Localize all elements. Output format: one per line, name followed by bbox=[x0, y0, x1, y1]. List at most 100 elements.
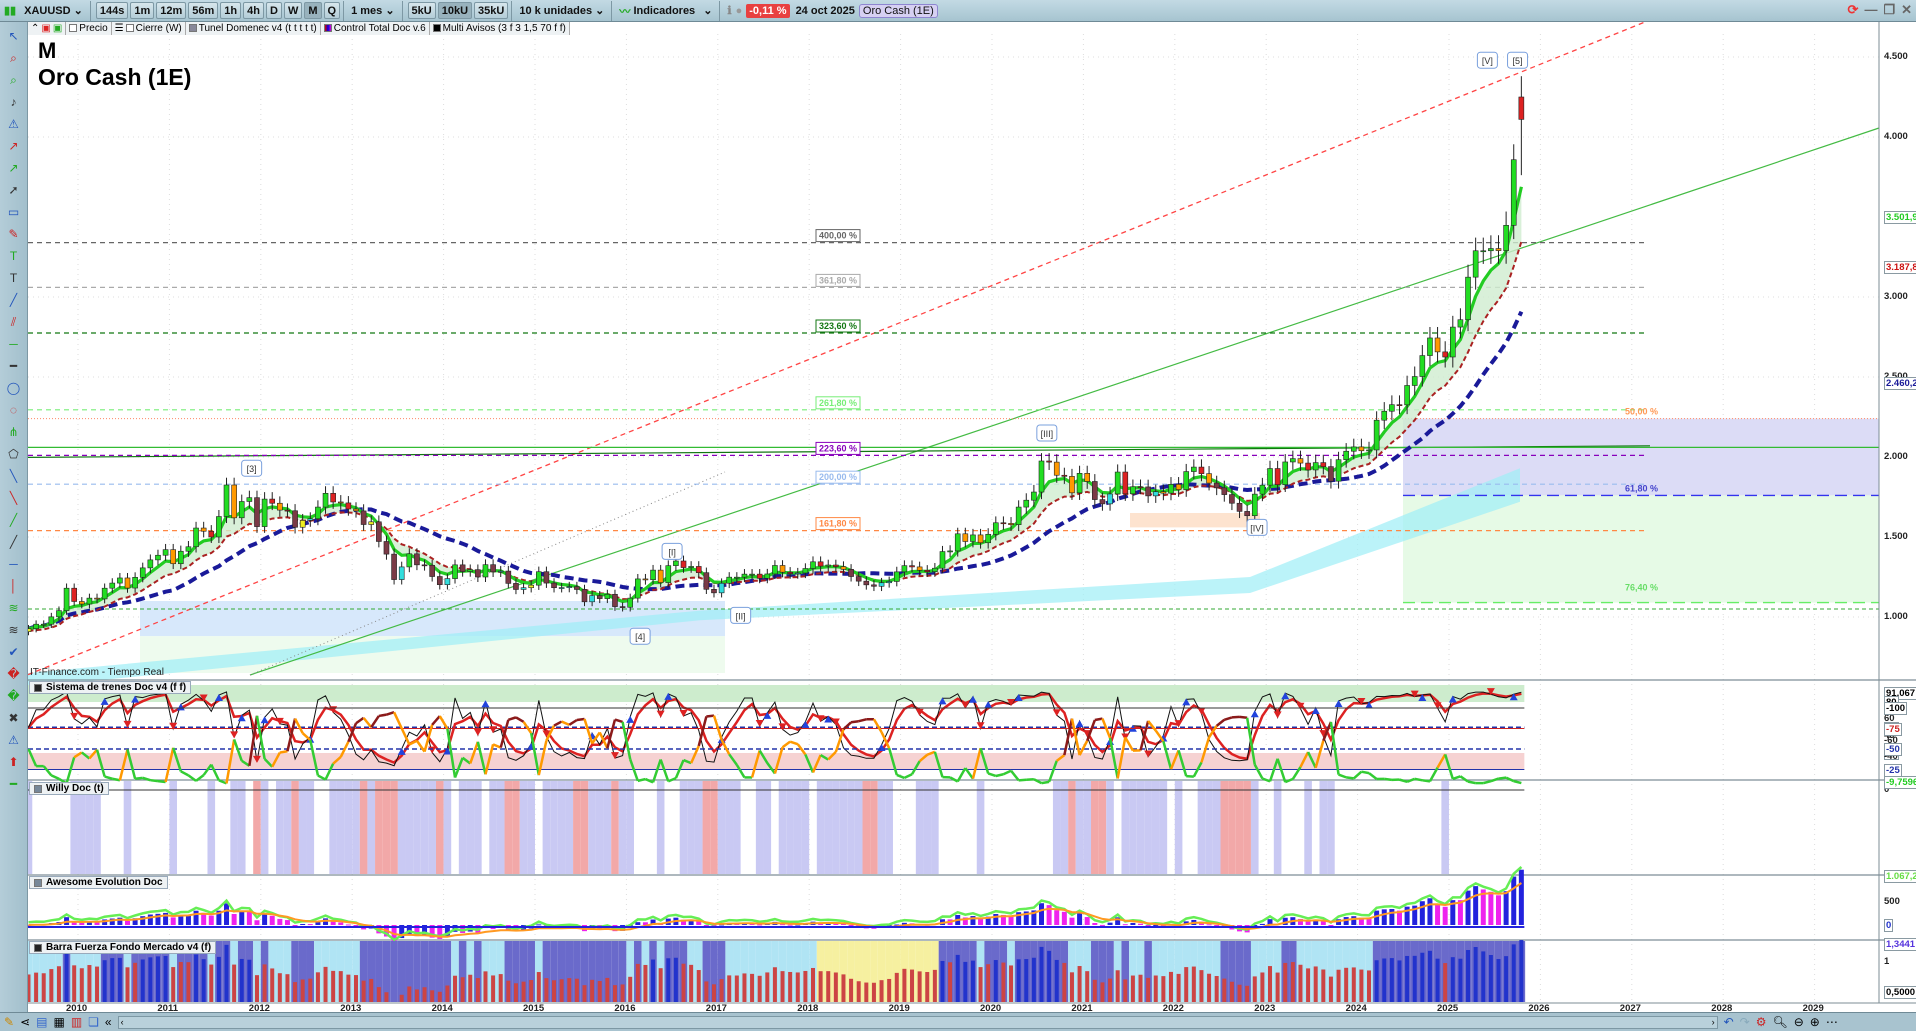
panel-title-trenes[interactable]: Sistema de trenes Doc v4 (f f) bbox=[29, 681, 192, 694]
symbol-selector[interactable]: XAUUSD ⌄ bbox=[20, 4, 87, 18]
fib-extension-icon[interactable]: ↗ bbox=[4, 158, 24, 178]
delete-icon[interactable]: � bbox=[4, 686, 24, 706]
chart-type-icon[interactable]: ▮▮ bbox=[0, 4, 20, 17]
candle bbox=[1137, 486, 1144, 489]
indicators-button[interactable]: 〰 Indicadores bbox=[615, 3, 699, 19]
interval-12m[interactable]: 12m bbox=[156, 2, 187, 19]
arrow-line-icon[interactable]: ➚ bbox=[4, 180, 24, 200]
legend-item-price[interactable]: Precio bbox=[66, 21, 112, 35]
interval-1h[interactable]: 1h bbox=[220, 2, 242, 19]
candle bbox=[566, 586, 573, 588]
check-icon[interactable]: ✔ bbox=[4, 642, 24, 662]
calc-icon[interactable]: ━ bbox=[4, 774, 24, 794]
text-icon[interactable]: T bbox=[4, 246, 24, 266]
fib-label: 200,00 % bbox=[819, 472, 857, 482]
columns-icon[interactable]: ▥ bbox=[71, 1015, 82, 1029]
interval-D[interactable]: D bbox=[265, 2, 282, 19]
zoom-area-icon[interactable]: ⌕ bbox=[4, 70, 24, 90]
interval-1m[interactable]: 1m bbox=[130, 2, 155, 19]
strength-bar bbox=[140, 959, 145, 1002]
minus-icon[interactable]: ⬆ bbox=[4, 752, 24, 772]
signal-band bbox=[1319, 781, 1328, 874]
legend-controls[interactable]: ⌃ ▣ ▣ bbox=[28, 21, 67, 35]
legend-item-tunel[interactable]: Tunel Domenec v4 (t t t t t) bbox=[185, 21, 321, 35]
panel-title-willy[interactable]: Willy Doc (t) bbox=[29, 782, 109, 795]
polygon-icon[interactable]: ⬠ bbox=[4, 444, 24, 464]
pencil-icon[interactable]: ✎ bbox=[4, 224, 24, 244]
checkbox[interactable] bbox=[125, 24, 134, 32]
willy-line bbox=[1041, 780, 1050, 785]
more-icon[interactable]: ⋯ bbox=[1826, 1015, 1838, 1029]
collapse-icon[interactable]: ⌃ bbox=[31, 23, 39, 34]
wave-2-icon[interactable]: ≋ bbox=[4, 620, 24, 640]
panel-title-barra[interactable]: Barra Fuerza Fondo Mercado v4 (f) bbox=[29, 941, 217, 954]
trendline-icon[interactable]: ╱ bbox=[4, 290, 24, 310]
interval-M[interactable]: M bbox=[304, 2, 322, 19]
diagonal-2-icon[interactable]: ╱ bbox=[4, 532, 24, 552]
panel-title-awesome[interactable]: Awesome Evolution Doc bbox=[29, 876, 168, 889]
settings-icon[interactable]: ⚙ bbox=[1756, 1015, 1767, 1029]
horizontal-scrollbar[interactable]: ‹ › bbox=[117, 1015, 1718, 1029]
pointer-icon[interactable]: ↖ bbox=[4, 26, 24, 46]
zoom-fit-icon[interactable]: 🔍︎ bbox=[1773, 1015, 1788, 1029]
scroll-right-icon[interactable]: › bbox=[1712, 1017, 1715, 1027]
restore-icon[interactable]: ❐ bbox=[1883, 2, 1895, 18]
indicators-dropdown[interactable]: ⌄ bbox=[699, 4, 716, 17]
rewind-icon[interactable]: « bbox=[105, 1015, 112, 1029]
remove-icon[interactable]: ▣ bbox=[41, 23, 50, 34]
text-box-icon[interactable]: T bbox=[4, 268, 24, 288]
checkbox[interactable] bbox=[69, 24, 78, 32]
interval-56m[interactable]: 56m bbox=[188, 2, 219, 19]
ellipse-icon[interactable]: ◯ bbox=[4, 378, 24, 398]
minimize-icon[interactable]: — bbox=[1864, 2, 1877, 18]
arrow-up-icon[interactable]: ⚠ bbox=[4, 730, 24, 750]
line-2-icon[interactable]: ╲ bbox=[4, 488, 24, 508]
refresh-icon[interactable]: ⟳ bbox=[1848, 2, 1859, 18]
close-icon[interactable]: ✕ bbox=[1901, 2, 1912, 18]
bell-icon[interactable]: ♪ bbox=[4, 92, 24, 112]
channel-icon[interactable]: ⫽ bbox=[4, 312, 24, 332]
units-35kU[interactable]: 35kU bbox=[474, 2, 509, 19]
windows-icon[interactable]: ❏ bbox=[88, 1015, 99, 1029]
draw-icon[interactable]: ✎ bbox=[4, 1015, 14, 1029]
units-5kU[interactable]: 5kU bbox=[407, 2, 436, 19]
info-icon[interactable]: ℹ bbox=[723, 4, 735, 17]
cycle-icon[interactable]: ◌ bbox=[4, 400, 24, 420]
report-icon[interactable]: ▦ bbox=[53, 1015, 64, 1029]
redo-icon[interactable]: ↷ bbox=[1740, 1015, 1750, 1029]
legend-item-multi-avisos[interactable]: Multi Avisos (3 f 3 1,5 70 f f) bbox=[429, 21, 570, 35]
line-icon[interactable]: ╲ bbox=[4, 466, 24, 486]
share-icon[interactable]: ⋖ bbox=[20, 1015, 30, 1029]
horizontal-line-icon[interactable]: ─ bbox=[4, 334, 24, 354]
interval-W[interactable]: W bbox=[283, 2, 303, 19]
interval-Q[interactable]: Q bbox=[323, 2, 341, 19]
interval-144s[interactable]: 144s bbox=[95, 2, 129, 19]
fibonacci-icon[interactable]: ↗ bbox=[4, 136, 24, 156]
add-icon[interactable]: ▣ bbox=[53, 23, 62, 34]
thumb-up-icon[interactable]: � bbox=[4, 664, 24, 684]
units-10kU[interactable]: 10kU bbox=[437, 2, 473, 19]
diagonal-icon[interactable]: ╱ bbox=[4, 510, 24, 530]
v-line-icon[interactable]: │ bbox=[4, 576, 24, 596]
scroll-left-icon[interactable]: ‹ bbox=[121, 1017, 124, 1027]
legend-item-control[interactable]: Control Total Doc v.6 bbox=[320, 21, 430, 35]
wave-icon[interactable]: ≋ bbox=[4, 598, 24, 618]
period-selector[interactable]: 1 mes ⌄ bbox=[347, 4, 398, 18]
legend-item-close[interactable]: ☰ Cierre (W) bbox=[111, 21, 186, 35]
undo-icon[interactable]: ↶ bbox=[1724, 1015, 1734, 1029]
units-selector[interactable]: 10 k unidades ⌄ bbox=[515, 4, 608, 18]
zoom-icon[interactable]: ⌕ bbox=[4, 48, 24, 68]
warning-icon[interactable]: ✖ bbox=[4, 708, 24, 728]
chat-icon[interactable]: ▤ bbox=[36, 1015, 47, 1029]
pitchfork-icon[interactable]: ⋔ bbox=[4, 422, 24, 442]
candle bbox=[40, 623, 47, 626]
interval-4h[interactable]: 4h bbox=[243, 2, 264, 19]
zoom-in-icon[interactable]: ⊕ bbox=[1810, 1015, 1820, 1029]
rectangle-icon[interactable]: ▭ bbox=[4, 202, 24, 222]
h-line-icon[interactable]: ─ bbox=[4, 554, 24, 574]
ruler-icon[interactable]: ━ bbox=[4, 356, 24, 376]
zoom-out-icon[interactable]: ⊖ bbox=[1794, 1015, 1804, 1029]
candle bbox=[231, 484, 237, 519]
price-chart[interactable]: 400,00 % 361,80 % 323,60 % 261,80 % 223,60 %… bbox=[0, 0, 1916, 1031]
alert-icon[interactable]: ⚠ bbox=[4, 114, 24, 134]
